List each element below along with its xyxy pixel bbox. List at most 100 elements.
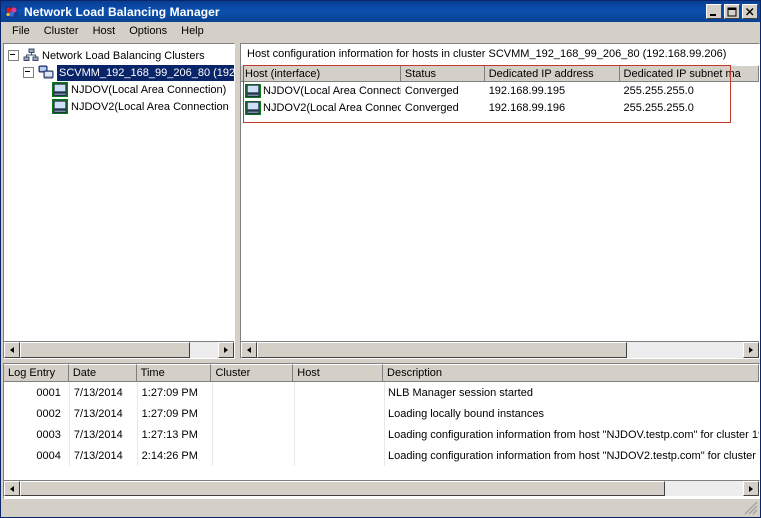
- host-cell-status: Converged: [404, 84, 459, 97]
- maximize-button[interactable]: [724, 4, 740, 19]
- scroll-left-arrow-icon[interactable]: [4, 342, 20, 358]
- log-grid-line: [212, 382, 213, 466]
- nlb-app-icon: [4, 4, 20, 20]
- tree-node-cluster[interactable]: SCVMM_192_168_99_206_80 (192: [8, 64, 234, 81]
- log-row[interactable]: 0001 7/13/2014 1:27:09 PM NLB Manager se…: [4, 382, 759, 403]
- menu-item-host[interactable]: Host: [86, 23, 123, 40]
- column-header-log-entry[interactable]: Log Entry: [4, 364, 69, 382]
- log-cell-description: Loading locally bound instances: [388, 407, 544, 420]
- tree-scroll-track[interactable]: [20, 342, 218, 358]
- host-list-caption: Host configuration information for hosts…: [247, 48, 727, 60]
- log-cell-entry: 0001: [36, 386, 61, 399]
- top-split-area: Network Load Balancing Clusters SCVMM_19…: [3, 43, 760, 359]
- host-cell-name: NJDOV(Local Area Connection): [241, 83, 401, 98]
- host-cell-dedicated-ip: 192.168.99.196: [488, 101, 566, 114]
- host-cell-dedicated-ip: 192.168.99.195: [488, 84, 566, 97]
- tree-label-host-1: NJDOV(Local Area Connection): [71, 83, 227, 96]
- log-grid-line: [69, 382, 70, 466]
- host-name-text: NJDOV(Local Area Connection): [263, 84, 401, 97]
- column-header-dedicated-ip[interactable]: Dedicated IP address: [484, 65, 620, 82]
- host-cell-status: Converged: [404, 101, 459, 114]
- log-cell-date: 7/13/2014: [73, 449, 123, 462]
- tree-horizontal-scrollbar[interactable]: [4, 341, 234, 358]
- tree-node-host-2[interactable]: NJDOV2(Local Area Connection: [8, 98, 234, 115]
- host-icon: [52, 82, 68, 97]
- host-list[interactable]: Host configuration information for hosts…: [241, 44, 759, 341]
- expander-collapse-icon[interactable]: [8, 50, 19, 61]
- log-cell-description: NLB Manager session started: [388, 386, 533, 399]
- host-cell-subnet-mask: 255.255.255.0: [623, 101, 694, 114]
- log-scroll-track[interactable]: [20, 481, 743, 496]
- window-controls: [706, 4, 758, 19]
- log-cell-time: 2:14:26 PM: [141, 449, 198, 462]
- log-horizontal-scrollbar[interactable]: [3, 480, 760, 497]
- menu-bar: File Cluster Host Options Help: [1, 22, 760, 41]
- log-cell-entry: 0003: [36, 428, 61, 441]
- log-cell-description: Loading configuration information from h…: [388, 449, 759, 462]
- tree-label-clusters-root: Network Load Balancing Clusters: [42, 49, 205, 62]
- menu-item-file[interactable]: File: [5, 23, 37, 40]
- column-header-cluster[interactable]: Cluster: [211, 364, 294, 382]
- log-cell-date: 7/13/2014: [73, 386, 123, 399]
- log-cell-time: 1:27:09 PM: [141, 386, 198, 399]
- resize-grip[interactable]: [744, 501, 758, 515]
- scroll-right-arrow-icon[interactable]: [218, 342, 234, 358]
- log-grid-line: [294, 382, 295, 466]
- scroll-left-arrow-icon[interactable]: [241, 342, 257, 358]
- menu-item-cluster[interactable]: Cluster: [37, 23, 86, 40]
- host-row[interactable]: NJDOV(Local Area Connection) Converged 1…: [241, 82, 759, 99]
- log-cell-time: 1:27:13 PM: [141, 428, 198, 441]
- host-icon: [52, 99, 68, 114]
- clusters-icon: [23, 48, 39, 63]
- log-row[interactable]: 0002 7/13/2014 1:27:09 PM Loading locall…: [4, 403, 759, 424]
- host-list-horizontal-scrollbar[interactable]: [241, 341, 759, 358]
- log-cell-time: 1:27:09 PM: [141, 407, 198, 420]
- host-icon: [245, 83, 261, 98]
- log-cell-date: 7/13/2014: [73, 407, 123, 420]
- host-row[interactable]: NJDOV2(Local Area Connecti... Converged …: [241, 99, 759, 116]
- minimize-button[interactable]: [706, 4, 722, 19]
- column-header-status[interactable]: Status: [400, 65, 485, 82]
- log-row[interactable]: 0004 7/13/2014 2:14:26 PM Loading config…: [4, 445, 759, 466]
- log-row[interactable]: 0003 7/13/2014 1:27:13 PM Loading config…: [4, 424, 759, 445]
- scroll-left-arrow-icon[interactable]: [4, 481, 20, 496]
- cluster-tree-pane: Network Load Balancing Clusters SCVMM_19…: [3, 43, 235, 359]
- host-list-scroll-thumb[interactable]: [257, 342, 627, 358]
- host-list-pane: Host configuration information for hosts…: [240, 43, 760, 359]
- log-scroll-thumb[interactable]: [20, 481, 665, 496]
- log-cell-entry: 0004: [36, 449, 61, 462]
- column-header-host[interactable]: Host: [293, 364, 384, 382]
- host-cell-name: NJDOV2(Local Area Connecti...: [241, 100, 401, 115]
- host-list-scroll-track[interactable]: [257, 342, 743, 358]
- host-icon: [245, 100, 261, 115]
- log-cell-description: Loading configuration information from h…: [388, 428, 759, 441]
- menu-item-help[interactable]: Help: [174, 23, 211, 40]
- expander-collapse-icon[interactable]: [23, 67, 34, 78]
- host-list-header: Host (interface) Status Dedicated IP add…: [241, 65, 759, 82]
- nlb-manager-window: Network Load Balancing Manager File Clus…: [0, 0, 761, 518]
- log-grid-line: [384, 382, 385, 466]
- log-cell-entry: 0002: [36, 407, 61, 420]
- column-header-subnet-mask[interactable]: Dedicated IP subnet ma: [619, 65, 759, 82]
- menu-item-options[interactable]: Options: [122, 23, 174, 40]
- column-header-host-interface[interactable]: Host (interface): [241, 65, 401, 82]
- tree-node-clusters-root[interactable]: Network Load Balancing Clusters: [8, 47, 234, 64]
- log-body: 0001 7/13/2014 1:27:09 PM NLB Manager se…: [4, 382, 759, 466]
- column-header-time[interactable]: Time: [136, 364, 212, 382]
- cluster-tree[interactable]: Network Load Balancing Clusters SCVMM_19…: [4, 44, 234, 341]
- tree-label-host-2: NJDOV2(Local Area Connection: [71, 100, 229, 113]
- title-bar: Network Load Balancing Manager: [1, 1, 760, 22]
- scroll-right-arrow-icon[interactable]: [743, 481, 759, 496]
- tree-label-cluster: SCVMM_192_168_99_206_80 (192: [57, 64, 234, 81]
- scroll-right-arrow-icon[interactable]: [743, 342, 759, 358]
- close-button[interactable]: [742, 4, 758, 19]
- log-pane[interactable]: Log Entry Date Time Cluster Host Descrip…: [3, 363, 760, 499]
- log-header: Log Entry Date Time Cluster Host Descrip…: [4, 364, 759, 382]
- cluster-icon: [38, 65, 54, 80]
- column-header-date[interactable]: Date: [68, 364, 137, 382]
- tree-root-container: Network Load Balancing Clusters SCVMM_19…: [4, 44, 234, 115]
- log-cell-date: 7/13/2014: [73, 428, 123, 441]
- tree-node-host-1[interactable]: NJDOV(Local Area Connection): [8, 81, 234, 98]
- column-header-description[interactable]: Description: [383, 364, 759, 382]
- tree-scroll-thumb[interactable]: [20, 342, 190, 358]
